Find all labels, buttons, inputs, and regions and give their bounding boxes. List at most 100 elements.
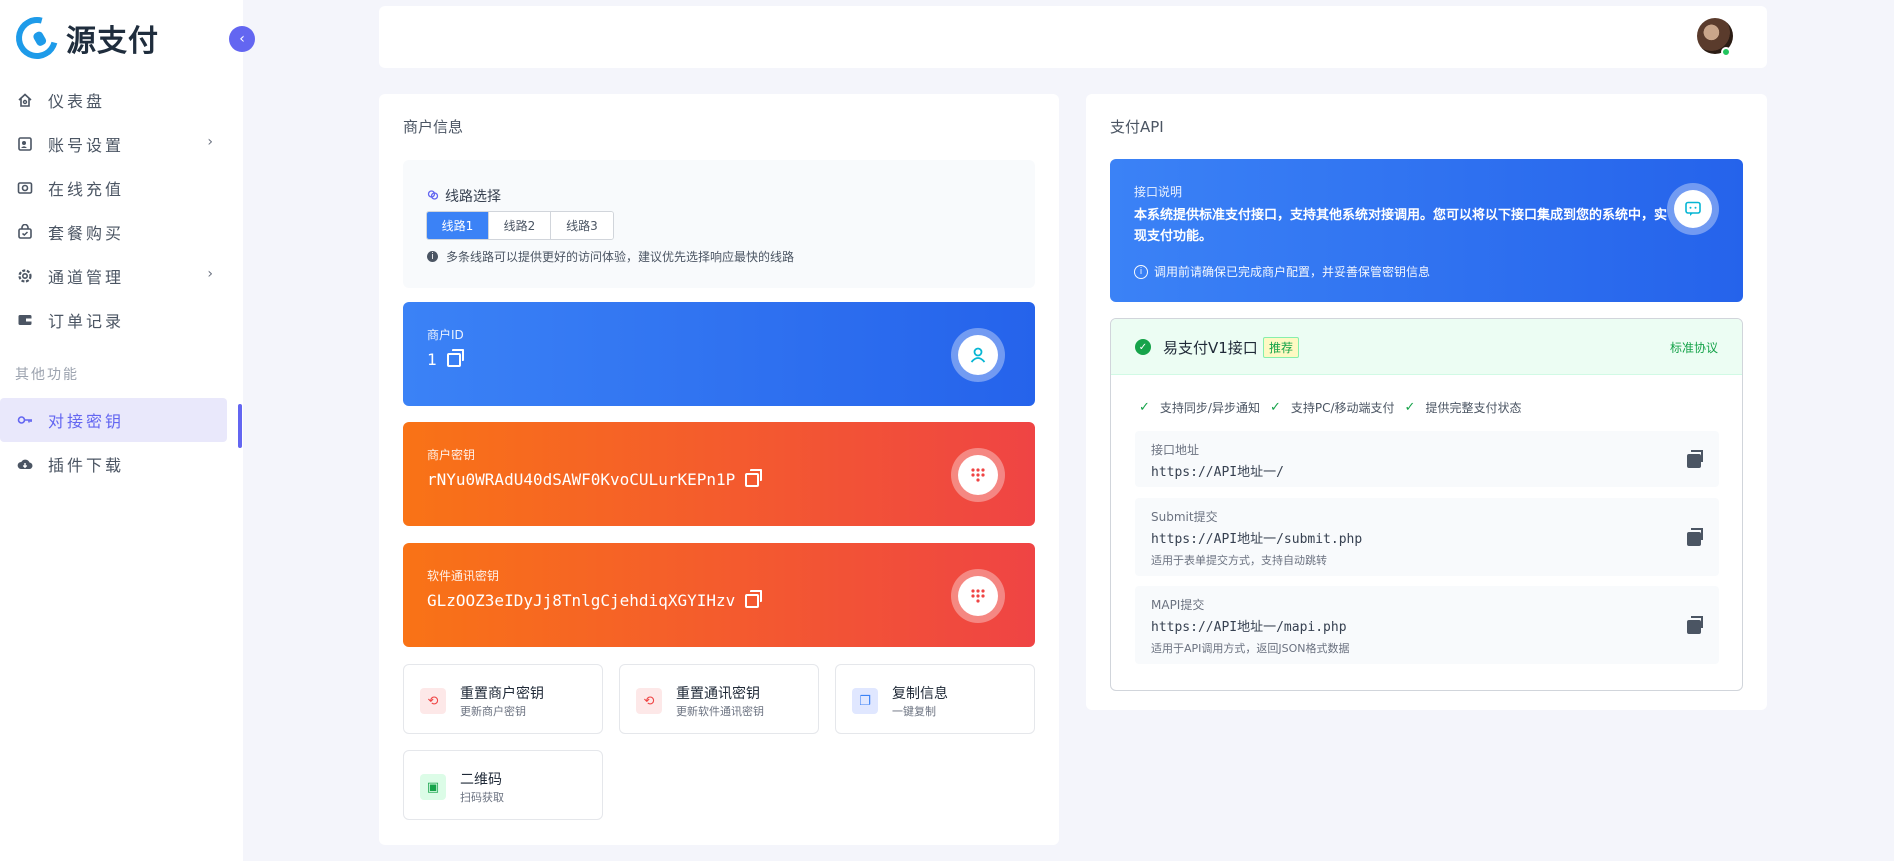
action-title: 复制信息 (892, 686, 948, 702)
endpoint-mapi: MAPI提交 https://API地址一/mapi.php 适用于API调用方… (1135, 586, 1719, 664)
feature-text: 支持PC/移动端支付 (1290, 401, 1395, 415)
sidebar-item-label: 在线充值 (48, 180, 125, 199)
card-title: 支付API (1110, 118, 1164, 136)
merchant-secret-card: 商户密钥 rNYu0WRAdU40dSAWF0KvoCULurKEPn1P (403, 422, 1035, 526)
sidebar-item-plugin-download[interactable]: 插件下载 (0, 442, 243, 486)
endpoint-label: 接口地址 (1151, 443, 1200, 457)
chevron-right-icon: › (207, 134, 213, 150)
endpoint-submit: Submit提交 https://API地址一/submit.php 适用于表单… (1135, 498, 1719, 576)
logo-icon (8, 9, 66, 67)
copy-icon[interactable] (446, 348, 464, 367)
image-icon: ▣ (420, 774, 446, 800)
sidebar-item-account-settings[interactable]: 账号设置 › (0, 122, 243, 166)
keypad-icon (958, 576, 998, 616)
reset-comm-key-button[interactable]: ⟲ 重置通讯密钥 更新软件通讯密钥 (619, 664, 819, 734)
copy-icon[interactable] (1687, 528, 1703, 546)
bag-icon (16, 223, 34, 241)
api-desc-text: 本系统提供标准支付接口，支持其他系统对接调用。您可以将以下接口集成到您的系统中，… (1134, 208, 1668, 244)
action-subtitle: 扫码获取 (460, 791, 504, 804)
standard-protocol-label: 标准协议 (1669, 341, 1718, 355)
sidebar-item-recharge[interactable]: 在线充值 (0, 166, 243, 210)
info-icon: i (427, 251, 438, 262)
feature-item: ✓ 支持PC/移动端支付 (1270, 399, 1395, 416)
sidebar-item-orders[interactable]: 订单记录 (0, 298, 243, 342)
action-subtitle: 一键复制 (892, 705, 936, 718)
active-indicator (238, 404, 242, 448)
route-note: i 多条线路可以提供更好的访问体验，建议优先选择响应最快的线路 (427, 248, 794, 265)
user-icon (958, 335, 998, 375)
collapse-sidebar-button[interactable]: ‹ (229, 26, 255, 52)
action-subtitle: 更新商户密钥 (460, 705, 526, 718)
sidebar-item-api-keys[interactable]: 对接密钥 (0, 398, 227, 442)
user-badge (951, 328, 1005, 382)
sidebar-item-label: 订单记录 (48, 312, 125, 331)
merchant-id-card: 商户ID 1 (403, 302, 1035, 406)
keypad-badge (951, 569, 1005, 623)
online-status-dot (1721, 47, 1731, 57)
gear-icon (16, 267, 34, 285)
check-icon: ✓ (1269, 400, 1281, 415)
sidebar-item-label: 账号设置 (48, 136, 125, 155)
copy-icon[interactable] (1687, 450, 1703, 468)
logo-text: 源支付 (66, 24, 159, 59)
action-title: 重置商户密钥 (460, 686, 544, 702)
endpoint-url: https://API地址一/mapi.php (1151, 620, 1347, 635)
chevron-right-icon: › (207, 266, 213, 282)
endpoint-desc: 适用于API调用方式，返回JSON格式数据 (1151, 642, 1350, 655)
software-key-label: 软件通讯密钥 (427, 569, 500, 583)
feature-item: ✓ 提供完整支付状态 (1405, 399, 1522, 416)
route-title-text: 线路选择 (445, 189, 501, 205)
protocol-header: ✓ 易支付V1接口 推荐 标准协议 (1111, 319, 1742, 375)
sidebar-item-channel[interactable]: 通道管理 › (0, 254, 243, 298)
merchant-id-label: 商户ID (427, 328, 464, 342)
api-description: 接口说明 本系统提供标准支付接口，支持其他系统对接调用。您可以将以下接口集成到您… (1110, 159, 1743, 302)
tab-route-2[interactable]: 线路2 (489, 212, 551, 239)
sidebar-item-dashboard[interactable]: 仪表盘 (0, 78, 243, 122)
merchant-secret-label: 商户密钥 (427, 448, 476, 462)
feature-item: ✓ 支持同步/异步通知 (1139, 399, 1260, 416)
qrcode-button[interactable]: ▣ 二维码 扫码获取 (403, 750, 603, 820)
action-title: 二维码 (460, 772, 502, 788)
copy-icon[interactable] (745, 589, 763, 608)
merchant-info-card: 商户信息 线路选择 线路1 线路2 线路3 i 多条线路可以提供更好的访问体验，… (379, 94, 1059, 845)
tab-route-1[interactable]: 线路1 (427, 212, 489, 239)
message-badge (1667, 183, 1719, 235)
route-title: 线路选择 (427, 186, 501, 206)
merchant-secret-value: rNYu0WRAdU40dSAWF0KvoCULurKEPn1P (427, 468, 763, 489)
refresh-icon: ⟲ (420, 688, 446, 714)
copy-info-button[interactable]: ❐ 复制信息 一键复制 (835, 664, 1035, 734)
keypad-badge (951, 448, 1005, 502)
endpoint-desc: 适用于表单提交方式，支持自动跳转 (1151, 554, 1327, 567)
cloud-download-icon (16, 455, 34, 473)
tab-route-3[interactable]: 线路3 (551, 212, 613, 239)
sidebar: 源支付 仪表盘 账号设置 › 在线充值 套餐购买 通道管理 › 订单记录 其他功… (0, 0, 243, 861)
check-icon: ✓ (1404, 400, 1416, 415)
id-card-icon (16, 135, 34, 153)
camera-icon (16, 179, 34, 197)
software-key-card: 软件通讯密钥 GLzOOZ3eIDyJj8TnlgCjehdiqXGYIHzv (403, 543, 1035, 647)
sidebar-nav: 仪表盘 账号设置 › 在线充值 套餐购买 通道管理 › 订单记录 其他功能 对接… (0, 78, 243, 486)
sidebar-item-package[interactable]: 套餐购买 (0, 210, 243, 254)
reset-merchant-key-button[interactable]: ⟲ 重置商户密钥 更新商户密钥 (403, 664, 603, 734)
sidebar-item-label: 通道管理 (48, 268, 125, 287)
sidebar-item-label: 插件下载 (48, 456, 125, 475)
merchant-id-value: 1 (427, 348, 464, 369)
copy-icon[interactable] (1687, 616, 1703, 634)
feature-text: 支持同步/异步通知 (1159, 401, 1260, 415)
check-circle-icon: ✓ (1135, 339, 1151, 355)
api-desc-note-text: 调用前请确保已完成商户配置，并妥善保管密钥信息 (1154, 265, 1431, 279)
copy-icon[interactable] (745, 468, 763, 487)
feature-list: ✓ 支持同步/异步通知 ✓ 支持PC/移动端支付 ✓ 提供完整支付状态 (1139, 399, 1531, 416)
chevron-left-icon: ‹ (239, 31, 245, 47)
card-title: 商户信息 (403, 118, 464, 136)
route-tabs: 线路1 线路2 线路3 (426, 211, 614, 240)
payment-api-card: 支付API 接口说明 本系统提供标准支付接口，支持其他系统对接调用。您可以将以下… (1086, 94, 1767, 710)
copy-icon: ❐ (852, 688, 878, 714)
info-icon: i (1134, 264, 1148, 279)
route-note-text: 多条线路可以提供更好的访问体验，建议优先选择响应最快的线路 (446, 250, 795, 264)
logo[interactable]: 源支付 (8, 9, 159, 67)
action-subtitle: 更新软件通讯密钥 (676, 705, 764, 718)
top-bar (379, 6, 1767, 68)
protocol-panel: ✓ 易支付V1接口 推荐 标准协议 ✓ 支持同步/异步通知 ✓ 支持PC/移动端支付… (1110, 318, 1743, 691)
recommend-tag: 推荐 (1263, 337, 1300, 358)
